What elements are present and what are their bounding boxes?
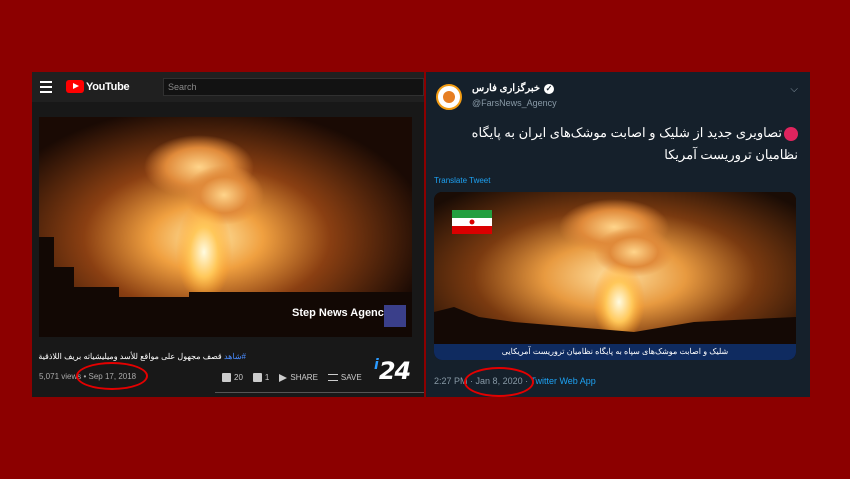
dislike-button[interactable]: 1	[252, 373, 270, 382]
account-handle[interactable]: @FarsNews_Agency	[472, 98, 557, 108]
channel-watermark-icon	[384, 305, 406, 327]
video-title-text: قصف مجهول على مواقع للأسد وميليشياته بري…	[38, 352, 222, 361]
view-count: 5,071 views	[39, 372, 82, 381]
video-title-hashtag[interactable]: #شاهد	[224, 352, 246, 361]
search-input[interactable]: Search	[163, 78, 424, 96]
translate-tweet-link[interactable]: Translate Tweet	[434, 176, 490, 185]
red-circle-emoji-icon	[784, 126, 798, 141]
tweet-text: تصاویری جدید از شلیک و اصابت موشک‌های ای…	[436, 122, 798, 166]
youtube-panel: YouTube Search Step News Agency #شاهد قص…	[32, 72, 424, 397]
chevron-down-icon[interactable]: ⌵	[790, 84, 798, 95]
video-watermark: Step News Agency	[292, 307, 391, 319]
save-button[interactable]: SAVE	[327, 373, 362, 382]
share-label: SHARE	[290, 373, 318, 382]
youtube-play-icon	[66, 80, 84, 93]
like-button[interactable]: 20	[222, 373, 243, 382]
fars-logo-icon	[443, 91, 455, 103]
highlight-circle-youtube-date	[76, 362, 148, 390]
dislike-count: 1	[264, 373, 270, 382]
thumbs-down-icon	[252, 373, 262, 382]
tweet-media[interactable]: شلیک و اصابت موشک‌های سپاه به پایگاه نظا…	[434, 192, 796, 360]
save-label: SAVE	[340, 373, 362, 382]
youtube-header: YouTube Search	[32, 72, 424, 102]
video-title: #شاهد قصف مجهول على مواقع للأسد وميليشيا…	[38, 352, 246, 361]
menu-icon[interactable]	[40, 81, 52, 93]
avatar[interactable]	[436, 84, 462, 110]
thumbs-up-icon	[222, 373, 231, 382]
tweet-time[interactable]: 2:27 PM	[434, 376, 468, 386]
divider	[215, 392, 424, 393]
highlight-circle-tweet-date	[464, 367, 534, 397]
account-name[interactable]: خبرگزاری فارس	[472, 83, 540, 94]
tweet-panel: خبرگزاری فارس ✓ @FarsNews_Agency ⌵ تصاوی…	[426, 72, 810, 397]
like-count: 20	[234, 373, 243, 382]
youtube-logo[interactable]: YouTube	[66, 80, 130, 93]
tweet-source[interactable]: Twitter Web App	[530, 376, 595, 386]
youtube-logo-text: YouTube	[86, 80, 130, 93]
video-player[interactable]: Step News Agency	[39, 117, 412, 337]
share-icon	[279, 373, 288, 382]
tweet-body: تصاویری جدید از شلیک و اصابت موشک‌های ای…	[471, 125, 798, 162]
i24-news-logo: i24	[374, 357, 411, 385]
explosion-video-frame	[39, 117, 412, 337]
video-actions: 20 1 SHARE SAVE	[222, 373, 362, 382]
share-button[interactable]: SHARE	[279, 373, 318, 382]
media-caption: شلیک و اصابت موشک‌های سپاه به پایگاه نظا…	[434, 344, 796, 360]
i24-logo-number: 24	[378, 357, 411, 385]
playlist-add-icon	[327, 374, 338, 381]
verified-icon: ✓	[544, 84, 554, 94]
iran-flag-icon	[452, 210, 492, 234]
